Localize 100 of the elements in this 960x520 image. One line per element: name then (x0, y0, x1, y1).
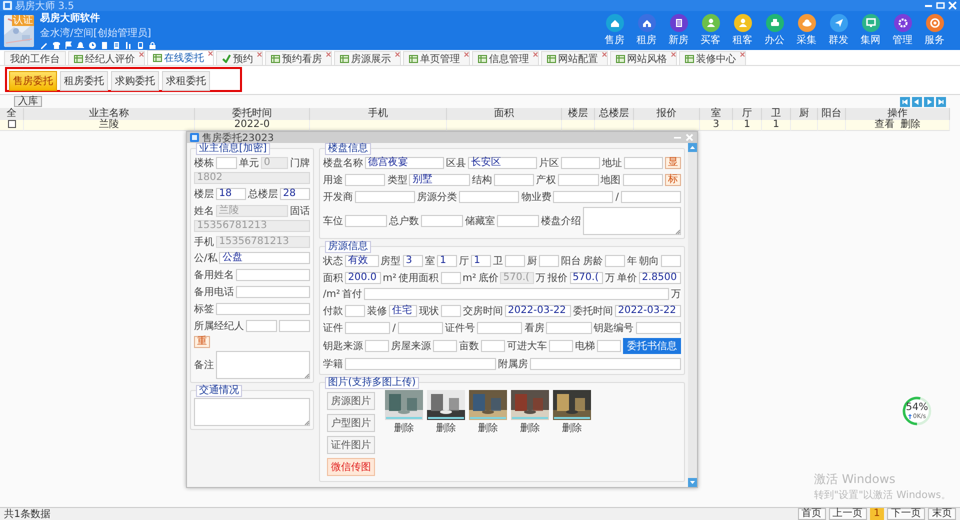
input-field[interactable] (421, 215, 463, 227)
input-field[interactable]: 有效 (345, 255, 379, 267)
input-field[interactable] (553, 191, 614, 203)
nav-button[interactable]: 新房 (665, 14, 692, 47)
close-icon[interactable] (395, 52, 400, 57)
input-field[interactable] (345, 215, 387, 227)
scrollbar[interactable] (688, 143, 697, 487)
document-icon[interactable] (100, 41, 109, 50)
clock-icon[interactable] (88, 41, 97, 50)
info-button[interactable]: 委托书信息 (623, 338, 681, 354)
input-field[interactable] (497, 215, 539, 227)
close-icon[interactable] (139, 52, 144, 57)
nav-button[interactable]: 服务 (921, 14, 948, 47)
input-field[interactable] (561, 157, 600, 169)
input-field[interactable] (440, 305, 461, 317)
scroll-up-icon[interactable] (688, 143, 697, 152)
flag-icon[interactable] (64, 41, 73, 50)
input-field[interactable]: 18 (216, 188, 246, 200)
input-field[interactable] (279, 320, 310, 332)
close-icon[interactable] (602, 52, 607, 57)
input-field[interactable]: 德宫夜宴 (365, 157, 444, 169)
input-field[interactable]: 3 (402, 255, 423, 267)
input-field[interactable] (549, 340, 573, 352)
input-field[interactable] (345, 322, 390, 334)
tab[interactable]: 网站配置 (541, 51, 608, 65)
tab[interactable]: 求租委托 (162, 71, 210, 91)
input-field[interactable] (636, 322, 682, 334)
input-field[interactable] (365, 340, 389, 352)
tab[interactable]: 求购委托 (111, 71, 159, 91)
nav-button[interactable]: 管理 (889, 14, 916, 47)
text-area[interactable] (194, 398, 310, 426)
input-field[interactable]: 1 (470, 255, 491, 267)
close-icon[interactable] (257, 52, 262, 57)
input-field[interactable] (246, 320, 277, 332)
nav-button[interactable]: 群发 (825, 14, 852, 47)
next-page-icon[interactable] (924, 96, 934, 106)
input-field[interactable]: 别墅 (409, 174, 470, 186)
upload-button[interactable]: 户型图片 (327, 414, 375, 432)
close-icon[interactable] (533, 52, 538, 57)
tab[interactable]: 我的工作台 (4, 51, 66, 65)
first-page-icon[interactable] (900, 96, 910, 106)
close-icon[interactable] (208, 51, 213, 56)
input-field[interactable] (620, 191, 681, 203)
input-field[interactable] (216, 157, 237, 169)
close-icon[interactable] (326, 52, 331, 57)
tab[interactable]: 房源展示 (334, 51, 401, 65)
input-field[interactable] (364, 288, 669, 300)
bars-icon[interactable] (124, 41, 133, 50)
input-field[interactable] (345, 174, 386, 186)
nav-button[interactable]: 采集 (793, 14, 820, 47)
input-field[interactable] (539, 255, 559, 267)
close-icon[interactable] (671, 52, 676, 57)
input-field[interactable] (530, 358, 681, 370)
input-field[interactable]: 200.0 (345, 272, 381, 284)
page-button[interactable]: 下一页 (887, 508, 925, 520)
input-field[interactable] (236, 286, 310, 298)
input-field[interactable]: 住宅 (389, 305, 417, 317)
nav-button[interactable]: 租房 (633, 14, 660, 47)
tab[interactable]: 租房委托 (60, 71, 108, 91)
text-area[interactable] (583, 207, 681, 235)
input-field[interactable]: 2.8500 (638, 272, 681, 284)
nav-button[interactable]: 集网 (857, 14, 884, 47)
close-icon[interactable] (740, 52, 745, 57)
nav-button[interactable]: 租客 (729, 14, 756, 47)
delete-link[interactable]: 删除 (478, 421, 498, 435)
nav-button[interactable]: 买客 (697, 14, 724, 47)
tab[interactable]: 预约 (216, 51, 263, 65)
input-field[interactable] (477, 322, 522, 334)
input-field[interactable]: 2022-03-22 (504, 305, 571, 317)
document-icon[interactable] (112, 41, 121, 50)
input-field[interactable]: 公盘 (219, 252, 310, 264)
input-field[interactable] (622, 174, 664, 186)
input-field[interactable] (216, 303, 310, 315)
input-field[interactable] (494, 174, 534, 186)
input-field[interactable] (459, 191, 520, 203)
upload-button[interactable]: 房源图片 (327, 392, 375, 410)
tab[interactable]: 单页管理 (403, 51, 470, 65)
small-button[interactable]: 标 (665, 174, 682, 186)
upload-button[interactable]: 证件图片 (327, 436, 375, 454)
page-button[interactable]: 上一页 (828, 508, 867, 520)
input-field[interactable] (546, 322, 592, 334)
input-field[interactable] (440, 272, 461, 284)
delete-link[interactable]: 删除 (436, 421, 456, 435)
delete-link[interactable]: 删除 (520, 421, 540, 435)
input-field[interactable]: 2022-03-22 (614, 305, 682, 317)
tab[interactable]: 在线委托 (147, 50, 214, 65)
resize-grip-icon[interactable] (675, 229, 680, 234)
input-field[interactable] (661, 255, 681, 267)
input-field[interactable]: 长安区 (468, 157, 537, 169)
input-field[interactable]: 28 (280, 188, 310, 200)
input-field[interactable] (433, 340, 457, 352)
input-field[interactable]: 1 (436, 255, 457, 267)
input-field[interactable] (398, 322, 444, 334)
resize-grip-icon[interactable] (304, 373, 309, 378)
maximize-icon[interactable] (936, 1, 945, 10)
shirt-icon[interactable] (52, 41, 61, 50)
action-link[interactable]: 删除 (900, 120, 920, 130)
upload-button[interactable]: 微信传图 (327, 458, 375, 476)
tab[interactable]: 信息管理 (472, 51, 539, 65)
tab[interactable]: 预约看房 (265, 51, 332, 65)
